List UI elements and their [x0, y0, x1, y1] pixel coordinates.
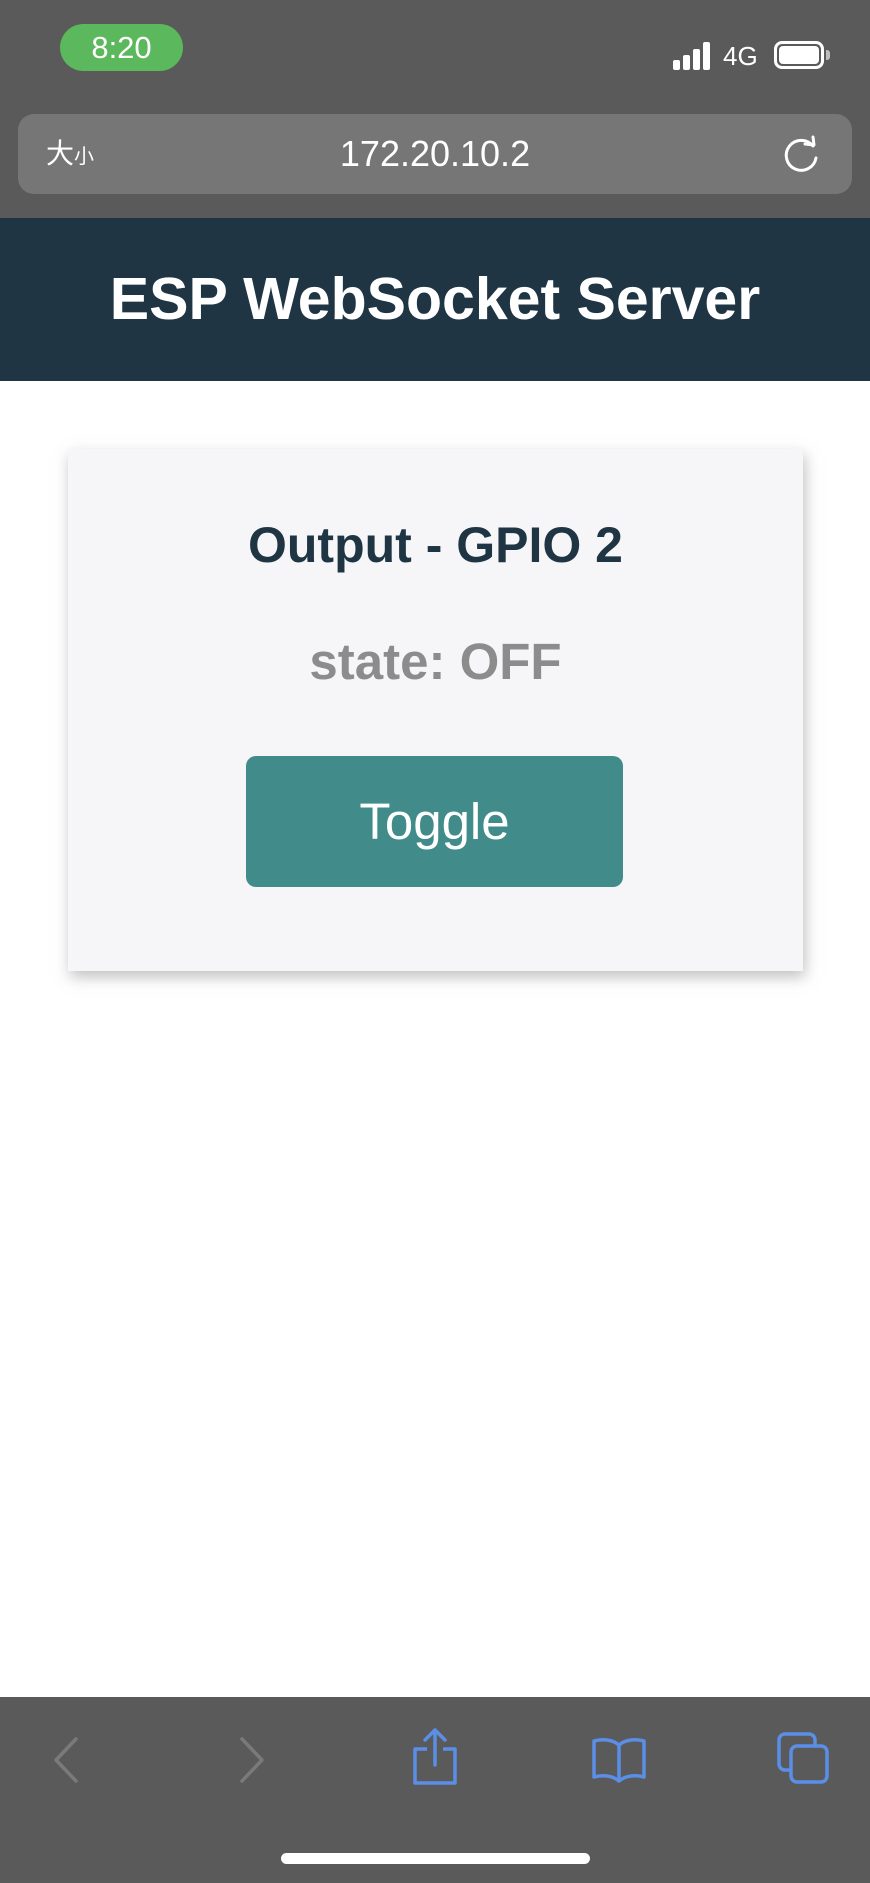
signal-strength-icon: [673, 42, 713, 70]
url-text[interactable]: 172.20.10.2: [18, 114, 852, 194]
state-value: OFF: [459, 633, 562, 690]
state-label: state:: [309, 633, 460, 690]
reload-icon[interactable]: [781, 134, 823, 176]
bookmarks-icon[interactable]: [590, 1735, 648, 1783]
status-and-address-area: 8:20 4G 大小 172.20.10.2: [0, 0, 870, 218]
battery-icon: [774, 41, 830, 69]
output-card: Output - GPIO 2 state: OFF Toggle: [68, 449, 803, 971]
card-title: Output - GPIO 2: [248, 517, 623, 573]
back-icon[interactable]: [50, 1735, 82, 1785]
tabs-icon[interactable]: [776, 1731, 830, 1785]
forward-icon[interactable]: [236, 1735, 268, 1785]
address-bar[interactable]: 大小 172.20.10.2: [18, 114, 852, 194]
toggle-button[interactable]: Toggle: [246, 756, 623, 887]
share-icon[interactable]: [410, 1727, 460, 1787]
home-indicator[interactable]: [281, 1853, 590, 1864]
page-header: ESP WebSocket Server: [0, 218, 870, 381]
network-type: 4G: [723, 41, 758, 71]
status-time: 8:20: [60, 24, 183, 71]
state-text: state: OFF: [68, 632, 803, 692]
page-title: ESP WebSocket Server: [109, 266, 761, 332]
